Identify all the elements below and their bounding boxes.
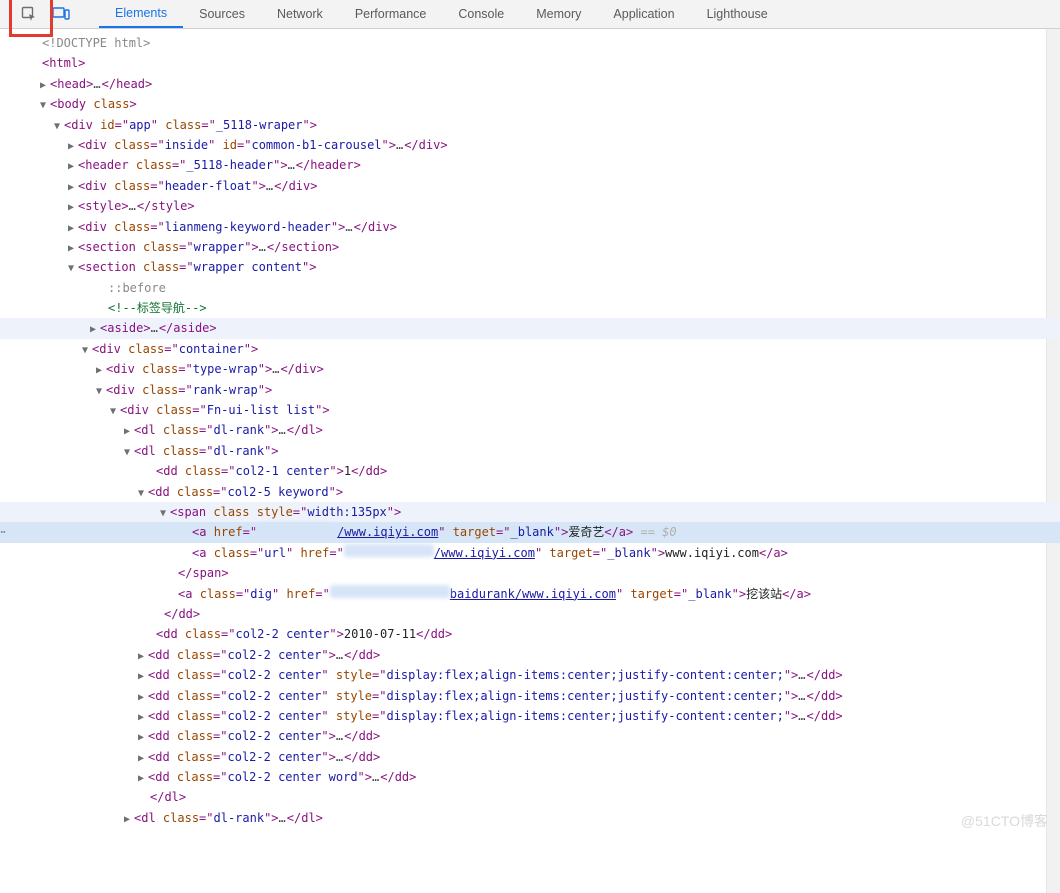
dd-plain-5[interactable]: ▶<dd class="col2-2 center">…</dd>: [0, 747, 1060, 767]
span-close[interactable]: ▶</span>: [0, 563, 1060, 583]
dd-plain-2[interactable]: ▶<dd class="col2-2 center" style="displa…: [0, 686, 1060, 706]
selected-marker-icon: ⋯: [0, 522, 7, 544]
dl-rank-2[interactable]: ▼<dl class="dl-rank">: [0, 441, 1060, 461]
tab-lighthouse[interactable]: Lighthouse: [691, 0, 784, 28]
child-inside[interactable]: ▶<div class="inside" id="common-b1-carou…: [0, 135, 1060, 155]
head-line[interactable]: ▶<head>…</head>: [0, 74, 1060, 94]
a-iqiyi-2[interactable]: ▶<a class="url" href="/www.iqiyi.com" ta…: [0, 543, 1060, 563]
type-wrap-line[interactable]: ▶<div class="type-wrap">…</div>: [0, 359, 1060, 379]
pseudo-before[interactable]: ▶::before: [0, 278, 1060, 298]
dl-close[interactable]: ▶</dl>: [0, 787, 1060, 807]
dd-plain-1[interactable]: ▶<dd class="col2-2 center" style="displa…: [0, 665, 1060, 685]
child-section-wrapper[interactable]: ▶<section class="wrapper">…</section>: [0, 237, 1060, 257]
dl-rank-3[interactable]: ▶<dl class="dl-rank">…</dl>: [0, 808, 1060, 828]
toolbar-left-icons: [13, 4, 77, 24]
dl-rank-1[interactable]: ▶<dl class="dl-rank">…</dl>: [0, 420, 1060, 440]
body-line[interactable]: ▼<body class>: [0, 94, 1060, 114]
a-dig[interactable]: ▶<a class="dig" href="baidurank/www.iqiy…: [0, 584, 1060, 604]
child-lianmeng[interactable]: ▶<div class="lianmeng-keyword-header">…<…: [0, 217, 1060, 237]
dd-plain-6[interactable]: ▶<dd class="col2-2 center word">…</dd>: [0, 767, 1060, 787]
tab-memory[interactable]: Memory: [520, 0, 597, 28]
dd-col21[interactable]: ▶<dd class="col2-1 center">1</dd>: [0, 461, 1060, 481]
tab-network[interactable]: Network: [261, 0, 339, 28]
container-line[interactable]: ▼<div class="container">: [0, 339, 1060, 359]
devtools-toolbar: Elements Sources Network Performance Con…: [0, 0, 1060, 29]
dd-plain-3[interactable]: ▶<dd class="col2-2 center" style="displa…: [0, 706, 1060, 726]
span-style[interactable]: ▼<span class style="width:135px">: [0, 502, 1060, 522]
tab-console[interactable]: Console: [442, 0, 520, 28]
child-style[interactable]: ▶<style>…</style>: [0, 196, 1060, 216]
a-iqiyi-1[interactable]: ⋯ ▶<a href="/www.iqiyi.com" target="_bla…: [0, 522, 1060, 542]
aside-line[interactable]: ▶<aside>…</aside>: [0, 318, 1060, 338]
fn-ui-list-line[interactable]: ▼<div class="Fn-ui-list list">: [0, 400, 1060, 420]
child-header-float[interactable]: ▶<div class="header-float">…</div>: [0, 176, 1060, 196]
devtools-tabs: Elements Sources Network Performance Con…: [99, 0, 784, 28]
dd-plain-4[interactable]: ▶<dd class="col2-2 center">…</dd>: [0, 726, 1060, 746]
app-div[interactable]: ▼<div id="app" class="_5118-wraper">: [0, 115, 1060, 135]
doctype-line[interactable]: ▶<!DOCTYPE html>: [0, 33, 1060, 53]
dd-close[interactable]: ▶</dd>: [0, 604, 1060, 624]
tab-elements[interactable]: Elements: [99, 0, 183, 28]
rank-wrap-line[interactable]: ▼<div class="rank-wrap">: [0, 380, 1060, 400]
dd-date[interactable]: ▶<dd class="col2-2 center">2010-07-11</d…: [0, 624, 1060, 644]
child-header[interactable]: ▶<header class="_5118-header">…</header>: [0, 155, 1060, 175]
tab-application[interactable]: Application: [597, 0, 690, 28]
tab-performance[interactable]: Performance: [339, 0, 443, 28]
inspect-element-icon[interactable]: [19, 4, 39, 24]
device-toggle-icon[interactable]: [51, 4, 71, 24]
dd-keyword[interactable]: ▼<dd class="col2-5 keyword">: [0, 482, 1060, 502]
section-content[interactable]: ▼<section class="wrapper content">: [0, 257, 1060, 277]
comment-nav[interactable]: ▶<!--标签导航-->: [0, 298, 1060, 318]
dd-plain-0[interactable]: ▶<dd class="col2-2 center">…</dd>: [0, 645, 1060, 665]
elements-panel[interactable]: ▶<!DOCTYPE html> ▶<html> ▶<head>…</head>…: [0, 29, 1060, 840]
html-open[interactable]: ▶<html>: [0, 53, 1060, 73]
tab-sources[interactable]: Sources: [183, 0, 261, 28]
